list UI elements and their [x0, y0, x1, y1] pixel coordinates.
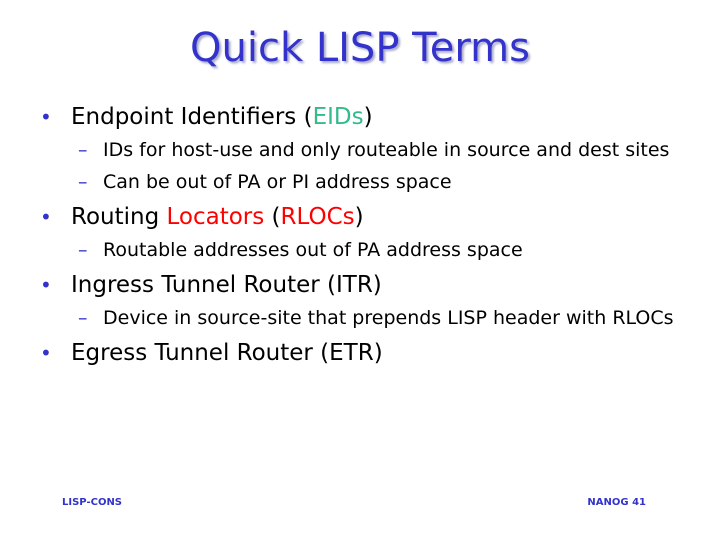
bullet-list: • Endpoint Identifiers (EIDs) – IDs for … — [38, 101, 698, 373]
bullet-icon: • — [40, 341, 52, 365]
bullet-icon: • — [40, 105, 52, 129]
bullet-text: Egress Tunnel Router (ETR) — [71, 340, 383, 366]
sub-item: – Device in source-site that prepends LI… — [38, 305, 698, 331]
sub-list-eids: – IDs for host-use and only routeable in… — [38, 137, 698, 195]
bullet-text: Endpoint Identifiers ( — [71, 104, 313, 130]
bullet-item-itr: • Ingress Tunnel Router (ITR) — [38, 269, 698, 301]
dash-icon: – — [78, 171, 88, 193]
bullet-text-end: ) — [363, 104, 373, 130]
bullet-text: Ingress Tunnel Router (ITR) — [71, 272, 382, 298]
sub-item-text: Can be out of PA or PI address space — [103, 171, 452, 193]
footer-right-label: NANOG 41 — [587, 497, 646, 508]
sub-item: – Can be out of PA or PI address space — [38, 169, 698, 195]
rlocs-highlight: RLOCs — [280, 204, 355, 230]
sub-item-text: Device in source-site that prepends LISP… — [103, 307, 674, 329]
sub-list-itr: – Device in source-site that prepends LI… — [38, 305, 698, 331]
bullet-item-eids: • Endpoint Identifiers (EIDs) — [38, 101, 698, 133]
sub-list-rlocs: – Routable addresses out of PA address s… — [38, 237, 698, 263]
sub-item-text: IDs for host-use and only routeable in s… — [103, 139, 670, 161]
bullet-item-rlocs: • Routing Locators (RLOCs) — [38, 201, 698, 233]
dash-icon: – — [78, 139, 88, 161]
bullet-item-etr: • Egress Tunnel Router (ETR) — [38, 337, 698, 369]
dash-icon: – — [78, 307, 88, 329]
sub-item: – Routable addresses out of PA address s… — [38, 237, 698, 263]
bullet-icon: • — [40, 205, 52, 229]
bullet-text: Routing — [71, 204, 167, 230]
eids-highlight: EIDs — [312, 104, 364, 130]
dash-icon: – — [78, 239, 88, 261]
slide-title: Quick LISP Terms — [190, 25, 530, 71]
bullet-text-mid: ( — [264, 204, 281, 230]
footer-left-label: LISP-CONS — [62, 497, 123, 508]
sub-item: – IDs for host-use and only routeable in… — [38, 137, 698, 163]
sub-item-text: Routable addresses out of PA address spa… — [103, 239, 523, 261]
bullet-text-end: ) — [354, 204, 364, 230]
locators-highlight: Locators — [166, 204, 265, 230]
bullet-icon: • — [40, 273, 52, 297]
